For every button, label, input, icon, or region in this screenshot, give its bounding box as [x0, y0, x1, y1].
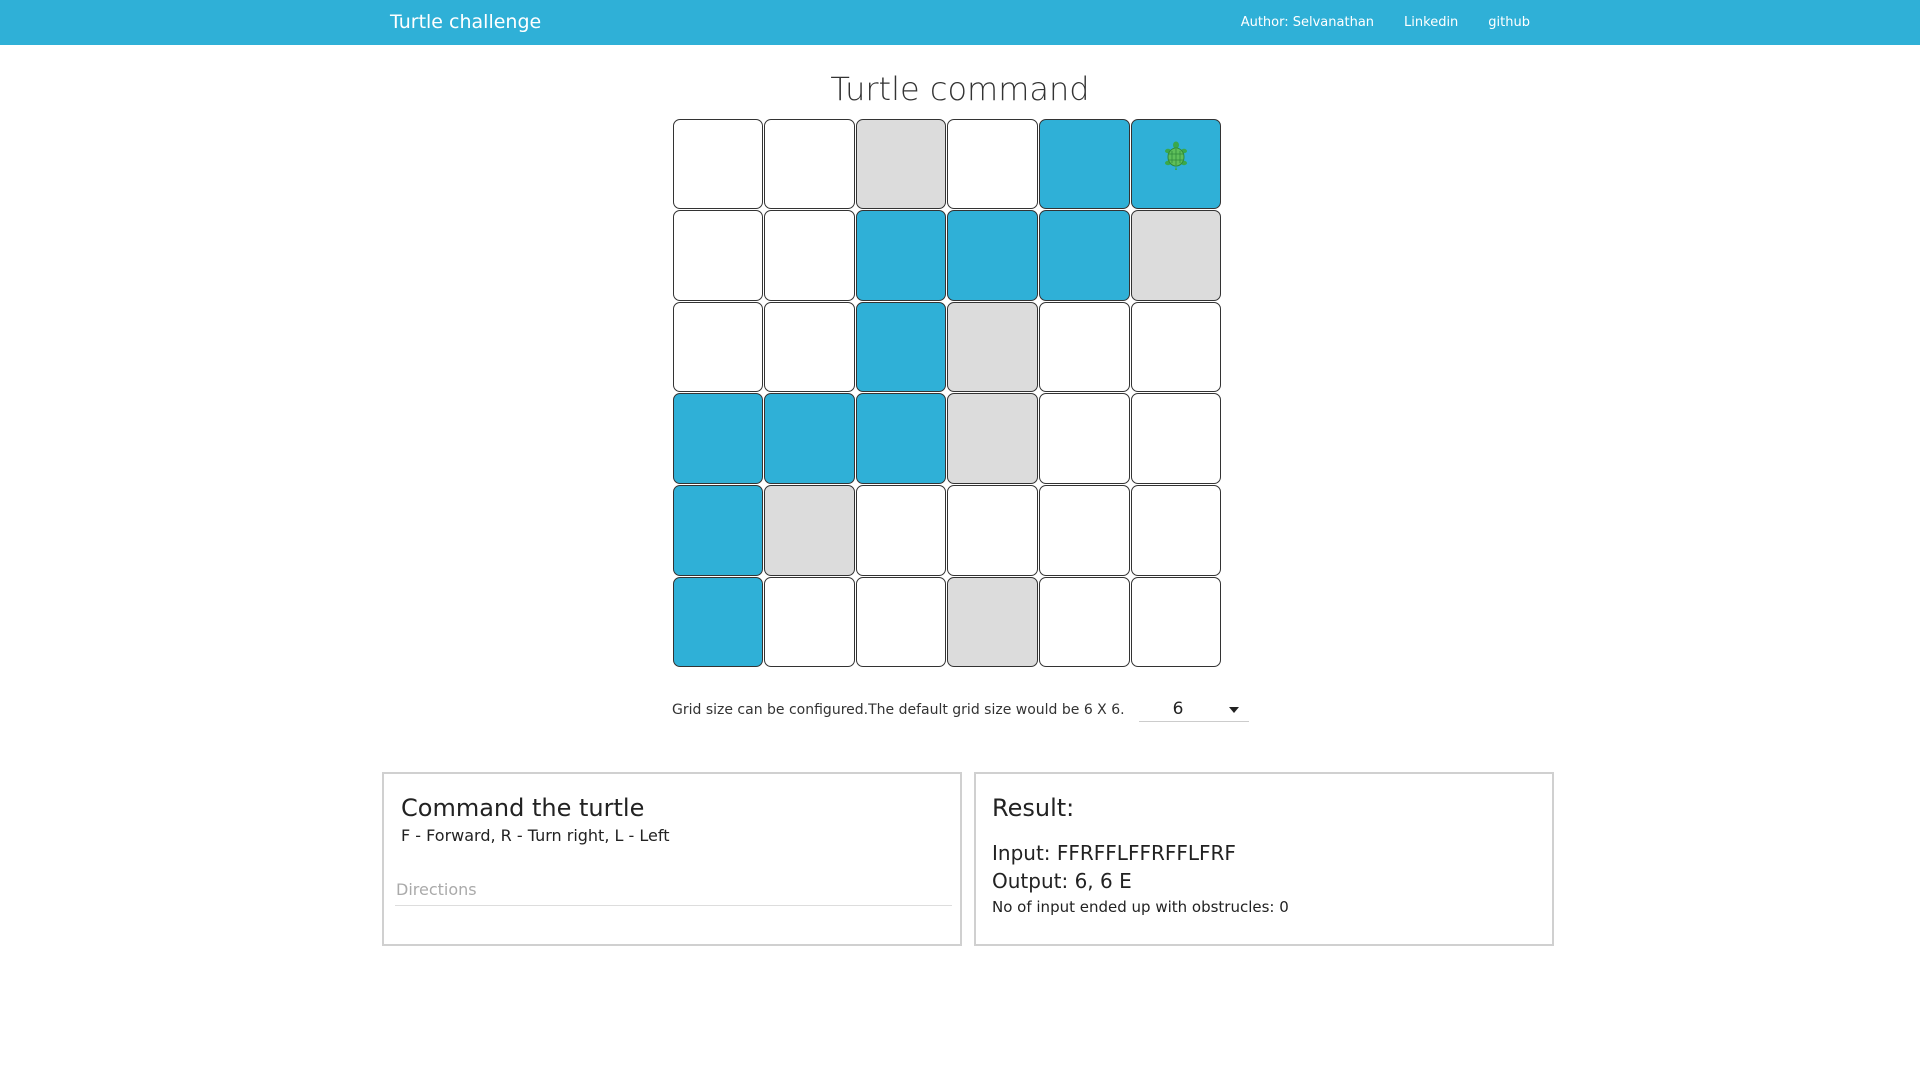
- grid-cell-1-4[interactable]: [1039, 210, 1130, 301]
- grid-cell-0-0[interactable]: [672, 118, 764, 210]
- grid-cell-3-3[interactable]: [947, 393, 1039, 485]
- turtle-grid: [672, 118, 1222, 668]
- result-output: Output: 6, 6 E: [992, 869, 1132, 893]
- grid-cell-4-2[interactable]: [855, 485, 947, 576]
- grid-cell-2-0[interactable]: [672, 301, 764, 393]
- grid-cell-1-5[interactable]: [1130, 210, 1222, 301]
- result-title: Result:: [992, 794, 1075, 822]
- grid-cell-2-1[interactable]: [764, 301, 855, 393]
- grid-cell-5-0[interactable]: [672, 576, 764, 668]
- grid-cell-5-1[interactable]: [764, 576, 855, 668]
- grid-cell-2-2[interactable]: [855, 301, 947, 393]
- grid-cell-4-5[interactable]: [1130, 485, 1222, 576]
- grid-cell-5-3[interactable]: [947, 576, 1039, 668]
- result-input: Input: FFRFFLFFRFFLFRF: [992, 841, 1236, 865]
- grid-cell-0-3[interactable]: [947, 118, 1039, 210]
- grid-cell-5-5[interactable]: [1130, 576, 1222, 668]
- nav-link-linkedin[interactable]: Linkedin: [1404, 15, 1458, 30]
- command-title: Command the turtle: [401, 794, 645, 822]
- turtle-icon: [1165, 141, 1188, 170]
- grid-cell-5-2[interactable]: [855, 576, 947, 668]
- grid-cell-0-4[interactable]: [1039, 118, 1130, 210]
- grid-cell-4-0[interactable]: [672, 485, 764, 576]
- grid-cell-0-1[interactable]: [764, 118, 855, 210]
- grid-cell-2-3[interactable]: [947, 301, 1039, 393]
- grid-size-select[interactable]: 6: [1138, 697, 1249, 722]
- navbar: Turtle challenge Author: Selvanathan Lin…: [0, 0, 1920, 45]
- result-obstructs: No of input ended up with obstrucles: 0: [992, 898, 1289, 916]
- grid-cell-1-1[interactable]: [764, 210, 855, 301]
- nav-links: Author: Selvanathan Linkedin github: [1241, 15, 1530, 30]
- grid-cell-2-5[interactable]: [1130, 301, 1222, 393]
- brand-title[interactable]: Turtle challenge: [390, 11, 541, 33]
- result-card: Result: Input: FFRFFLFFRFFLFRF Output: 6…: [974, 772, 1554, 946]
- grid-cell-3-1[interactable]: [764, 393, 855, 485]
- command-card: Command the turtle F - Forward, R - Turn…: [382, 772, 962, 946]
- page-title: Turtle command: [830, 70, 1090, 108]
- grid-cell-4-3[interactable]: [947, 485, 1039, 576]
- grid-cell-3-4[interactable]: [1039, 393, 1130, 485]
- directions-input[interactable]: [395, 880, 952, 906]
- grid-config: Grid size can be configured.The default …: [672, 697, 1249, 722]
- grid-size-value: 6: [1172, 699, 1184, 719]
- grid-cell-1-0[interactable]: [672, 210, 764, 301]
- grid-cell-2-4[interactable]: [1039, 301, 1130, 393]
- grid-cell-1-3[interactable]: [947, 210, 1039, 301]
- grid-cell-3-0[interactable]: [672, 393, 764, 485]
- grid-cell-4-1[interactable]: [764, 485, 855, 576]
- grid-cell-3-2[interactable]: [855, 393, 947, 485]
- grid-cell-0-2[interactable]: [855, 118, 947, 210]
- nav-link-author[interactable]: Author: Selvanathan: [1241, 15, 1374, 30]
- grid-cell-3-5[interactable]: [1130, 393, 1222, 485]
- grid-cell-1-2[interactable]: [855, 210, 947, 301]
- nav-link-github[interactable]: github: [1488, 15, 1530, 30]
- chevron-down-icon: [1228, 707, 1239, 713]
- command-hint: F - Forward, R - Turn right, L - Left: [401, 826, 670, 845]
- grid-cell-0-5[interactable]: [1130, 118, 1222, 210]
- grid-config-text: Grid size can be configured.The default …: [672, 701, 1125, 718]
- grid-cell-5-4[interactable]: [1039, 576, 1130, 668]
- grid-cell-4-4[interactable]: [1039, 485, 1130, 576]
